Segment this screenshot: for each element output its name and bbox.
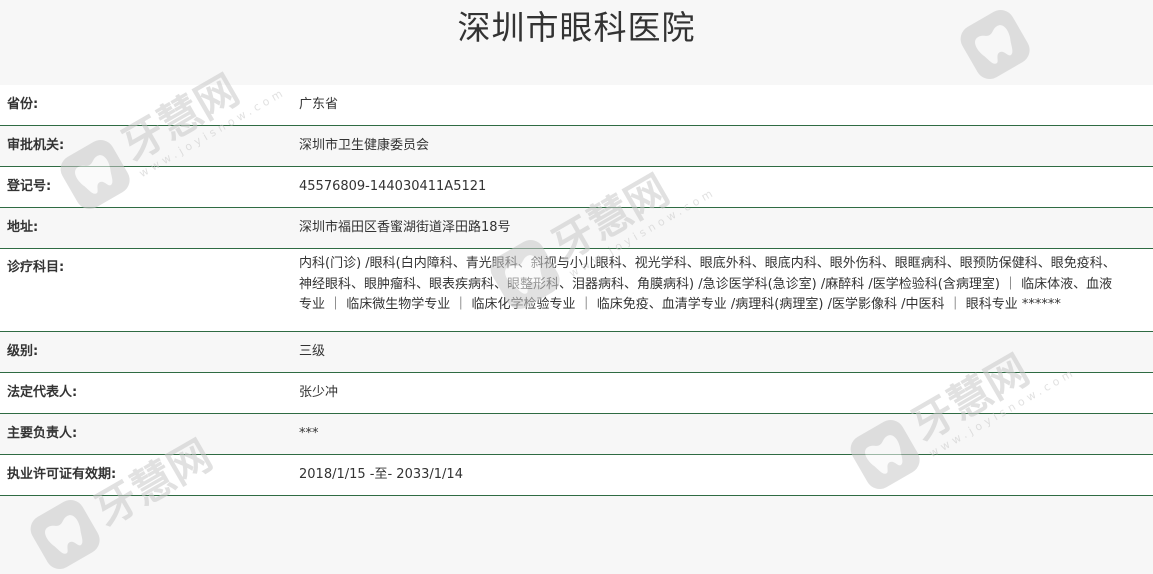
table-row: 诊疗科目: 内科(门诊) /眼科(白内障科、青光眼科、斜视与小儿眼科、视光学科、… bbox=[0, 249, 1153, 332]
row-value-license-validity: 2018/1/15 -至- 2033/1/14 bbox=[299, 467, 463, 482]
info-table: 省份: 广东省 审批机关: 深圳市卫生健康委员会 登记号: 45576809-1… bbox=[0, 85, 1153, 496]
row-value-province: 广东省 bbox=[299, 97, 339, 112]
table-row: 主要负责人: *** bbox=[0, 414, 1153, 455]
row-label-departments: 诊疗科目: bbox=[7, 260, 65, 275]
row-value-registration: 45576809-144030411A5121 bbox=[299, 179, 487, 194]
table-row: 省份: 广东省 bbox=[0, 85, 1153, 126]
row-label-legal-rep: 法定代表人: bbox=[7, 385, 78, 400]
row-value-departments: 内科(门诊) /眼科(白内障科、青光眼科、斜视与小儿眼科、视光学科、眼底外科、眼… bbox=[299, 256, 1116, 312]
table-row: 地址: 深圳市福田区香蜜湖街道泽田路18号 bbox=[0, 208, 1153, 249]
row-label-level: 级别: bbox=[7, 344, 39, 359]
table-row: 法定代表人: 张少冲 bbox=[0, 373, 1153, 414]
row-label-registration: 登记号: bbox=[7, 179, 52, 194]
table-row: 执业许可证有效期: 2018/1/15 -至- 2033/1/14 bbox=[0, 455, 1153, 496]
row-label-principal: 主要负责人: bbox=[7, 426, 78, 441]
page-title: 深圳市眼科医院 bbox=[457, 8, 696, 47]
tooth-logo-icon bbox=[25, 494, 105, 574]
row-label-province: 省份: bbox=[7, 97, 39, 112]
row-value-legal-rep: 张少冲 bbox=[299, 385, 339, 400]
row-value-principal: *** bbox=[299, 426, 319, 441]
table-row: 审批机关: 深圳市卫生健康委员会 bbox=[0, 126, 1153, 167]
table-row: 登记号: 45576809-144030411A5121 bbox=[0, 167, 1153, 208]
row-label-authority: 审批机关: bbox=[7, 138, 65, 153]
row-value-authority: 深圳市卫生健康委员会 bbox=[299, 138, 430, 153]
table-row: 级别: 三级 bbox=[0, 332, 1153, 373]
row-value-level: 三级 bbox=[299, 344, 326, 359]
row-label-license-validity: 执业许可证有效期: bbox=[7, 467, 117, 482]
row-label-address: 地址: bbox=[7, 220, 39, 235]
row-value-address: 深圳市福田区香蜜湖街道泽田路18号 bbox=[299, 220, 511, 235]
